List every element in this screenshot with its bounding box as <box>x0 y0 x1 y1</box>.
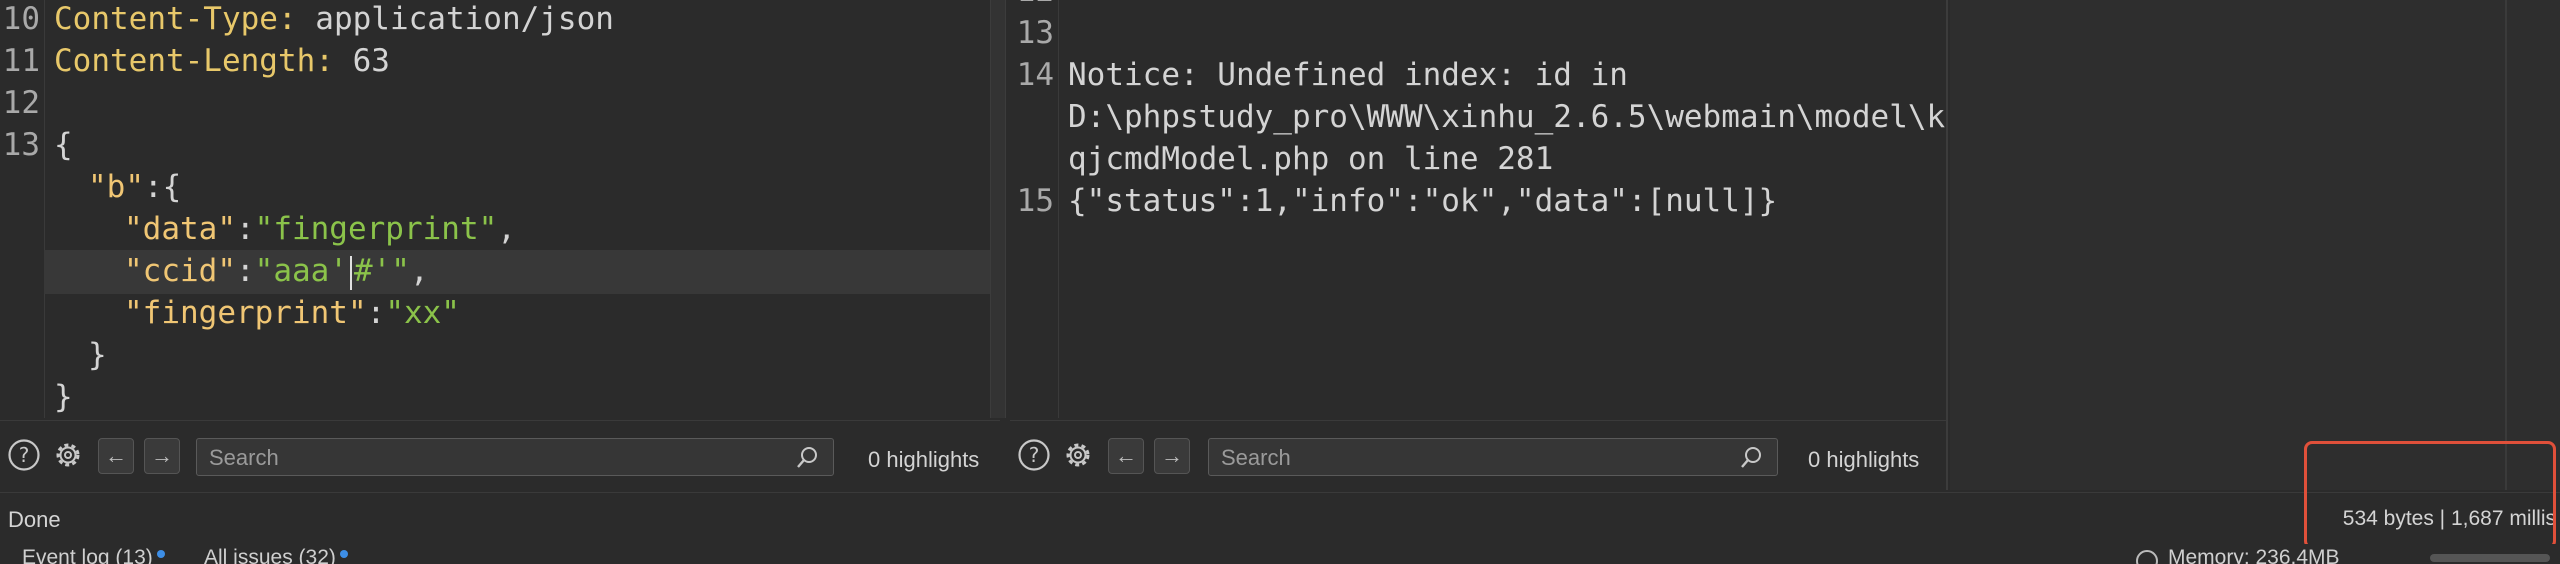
request-line: "data":"fingerprint", <box>124 211 516 247</box>
response-gutter: 12 13 14 15 <box>1010 0 1059 418</box>
response-search-toolbar: ? ← → 0 highlights <box>1010 420 1946 493</box>
svg-text:?: ? <box>1029 443 1040 467</box>
response-search-input[interactable] <box>1219 439 1731 477</box>
line-number: 11 <box>2 43 40 79</box>
inspector-panel <box>1950 0 2560 490</box>
arrow-left-icon[interactable]: ← <box>1108 438 1144 474</box>
response-search-field[interactable] <box>1208 438 1778 477</box>
help-icon[interactable]: ? <box>6 437 42 473</box>
response-line: {"status":1,"info":"ok","data":[null]} <box>1068 183 1778 219</box>
request-highlights-count: 0 highlights <box>868 447 980 472</box>
memory-usage-bar <box>2430 554 2550 562</box>
arrow-right-icon[interactable]: → <box>144 438 180 474</box>
json-brace: } <box>54 379 73 415</box>
request-line: Content-Type: application/json <box>54 0 614 40</box>
response-viewer[interactable]: 12 13 14 15 Notice: Undefined index: id … <box>1010 0 1946 418</box>
response-line: Notice: Undefined index: id in <box>1068 57 1628 93</box>
tab-all-issues[interactable]: All issues (32) <box>204 546 348 564</box>
arrow-left-icon[interactable]: ← <box>98 438 134 474</box>
request-line: } <box>54 376 73 418</box>
arrow-right-icon[interactable]: → <box>1154 438 1190 474</box>
response-line: D:\phpstudy_pro\WWW\xinhu_2.6.5\webmain\… <box>1068 99 1946 135</box>
inspector-divider[interactable] <box>2505 0 2507 490</box>
response-line: qjcmdModel.php on line 281 <box>1068 141 1554 177</box>
json-key: "b" <box>88 169 144 205</box>
request-search-field[interactable] <box>196 438 834 477</box>
tab-event-log[interactable]: Event log (13) <box>22 546 165 564</box>
request-line: { <box>54 124 73 166</box>
memory-usage: Memory: 236.4MB <box>2168 546 2340 564</box>
notification-dot-icon <box>339 550 348 558</box>
request-search-toolbar: ? ← → 0 highlights <box>0 420 1000 493</box>
event-log-label: Event log (13) <box>22 546 153 564</box>
line-number: 13 <box>2 127 40 163</box>
json-string: #'" <box>353 253 410 289</box>
all-issues-label: All issues (32) <box>204 546 336 564</box>
header-name: Content-Type: <box>54 1 297 37</box>
json-key: "fingerprint" <box>124 295 367 331</box>
line-number: 12 <box>2 85 40 121</box>
json-brace: } <box>88 337 107 373</box>
request-search-input[interactable] <box>207 439 787 477</box>
header-name: Content-Length: <box>54 43 334 79</box>
request-line: } <box>88 334 107 376</box>
search-icon[interactable] <box>795 445 821 471</box>
json-key: "ccid" <box>124 253 236 289</box>
request-line: "fingerprint":"xx" <box>124 295 460 331</box>
help-icon[interactable]: ? <box>1016 437 1052 473</box>
status-bar: Done 534 bytes | 1,687 millis <box>0 492 2560 545</box>
line-number: 14 <box>1016 57 1054 93</box>
request-line: "ccid":"aaa' #'", <box>124 253 429 290</box>
line-number: 12 <box>1010 0 1054 12</box>
request-editor[interactable]: 10 11 12 13 Content-Type: application/js… <box>0 0 990 418</box>
line-number: 10 <box>2 1 40 37</box>
notification-dot-icon <box>156 550 165 558</box>
json-string: "xx" <box>385 295 460 331</box>
request-gutter: 10 11 12 13 <box>0 0 45 418</box>
svg-text:?: ? <box>19 443 30 467</box>
pane-divider[interactable] <box>1946 0 1948 490</box>
header-value: application/json <box>296 1 614 37</box>
header-value: 63 <box>333 43 390 79</box>
json-punct: :{ <box>144 169 182 205</box>
text-cursor <box>349 255 352 290</box>
memory-icon[interactable] <box>2136 550 2158 564</box>
request-line: Content-Length: 63 <box>54 40 390 82</box>
json-key: "data" <box>124 211 236 247</box>
request-line: "b":{ <box>88 166 181 208</box>
line-number: 13 <box>1016 15 1054 51</box>
gear-icon[interactable] <box>50 437 86 473</box>
request-scrollbar[interactable] <box>990 0 1006 418</box>
response-highlights-count: 0 highlights <box>1808 447 1920 472</box>
gear-icon[interactable] <box>1060 437 1096 473</box>
json-string: "fingerprint" <box>254 211 498 247</box>
bottom-tabs-bar: Event log (13) All issues (32) Memory: 2… <box>0 544 2560 564</box>
json-brace: { <box>54 127 73 163</box>
line-number: 15 <box>1016 183 1054 219</box>
annotation-highlight-box <box>2304 441 2556 549</box>
status-text: Done <box>8 507 61 532</box>
json-string: "aaa' <box>254 253 348 289</box>
search-icon[interactable] <box>1739 445 1765 471</box>
